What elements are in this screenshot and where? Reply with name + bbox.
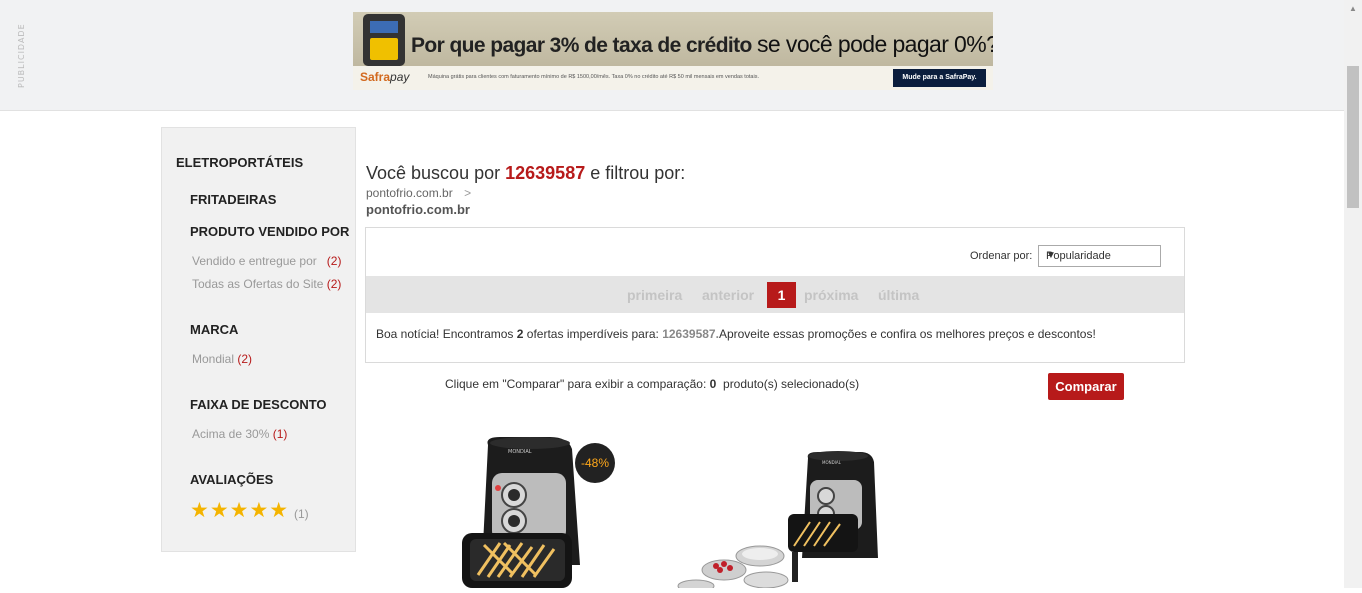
ad-side-label: PUBLICIDADE	[17, 23, 26, 88]
sidebar-category[interactable]: ELETROPORTÁTEIS	[176, 155, 303, 170]
sort-select[interactable]: Popularidade ▼	[1038, 245, 1161, 267]
search-summary: Você buscou por 12639587 e filtrou por:	[366, 163, 685, 184]
banner-headline-part2: se você pode pagar 0%?	[757, 31, 993, 57]
filter-item-seller-2[interactable]: Todas as Ofertas do Site (2)	[192, 277, 341, 291]
filter-item-count: (2)	[326, 254, 342, 268]
logo-part-a: Safra	[360, 70, 391, 84]
search-prefix: Você buscou por	[366, 163, 501, 183]
active-filter: pontofrio.com.br	[366, 202, 470, 217]
banner-top: Por que pagar 3% de taxa de crédito se v…	[353, 12, 993, 66]
scroll-up-arrow-icon[interactable]: ▲	[1349, 4, 1357, 13]
search-term: 12639587	[505, 163, 586, 183]
scroll-thumb[interactable]	[1347, 66, 1359, 208]
logo-part-b: pay	[390, 70, 410, 84]
results-message-part1: Boa notícia! Encontramos	[376, 327, 514, 341]
filter-title-rating: AVALIAÇÕES	[190, 472, 274, 487]
results-term: 12639587.	[662, 327, 719, 341]
compare-info-part2: produto(s) selecionado(s)	[723, 377, 860, 391]
rating-count[interactable]: (1)	[294, 507, 309, 521]
search-suffix: e filtrou por:	[590, 163, 686, 183]
filter-sidebar: ELETROPORTÁTEIS FRITADEIRAS PRODUTO VEND…	[161, 127, 356, 552]
filter-item-seller-1[interactable]: Vendido e entregue por (2)	[192, 254, 341, 268]
breadcrumb: pontofrio.com.br >	[366, 186, 471, 200]
banner-headline: Por que pagar 3% de taxa de crédito se v…	[411, 31, 993, 58]
product-brand-text: MONDIAL	[508, 449, 532, 455]
filter-item-label: Todas as Ofertas do Site	[192, 277, 324, 291]
dropdown-arrow-icon: ▼	[1046, 250, 1056, 261]
rating-stars-icon[interactable]: ★★★★★	[190, 498, 289, 523]
pagination-next[interactable]: próxima	[804, 287, 858, 303]
banner-cta-button[interactable]: Mude para a SafraPay.	[893, 69, 986, 87]
compare-button[interactable]: Comparar	[1048, 373, 1124, 400]
pagination-last[interactable]: última	[878, 287, 919, 303]
results-count: 2	[516, 327, 524, 341]
filter-item-discount-1[interactable]: Acima de 30% (1)	[192, 427, 287, 441]
breadcrumb-store[interactable]: pontofrio.com.br	[366, 186, 453, 200]
advertising-band: PUBLICIDADE Por que pagar 3% de taxa de …	[0, 0, 1344, 111]
filter-title-discount: FAIXA DE DESCONTO	[190, 397, 327, 412]
sort-label: Ordenar por:	[970, 250, 1033, 262]
filter-item-label: Vendido e entregue por	[192, 254, 317, 268]
filter-item-brand-1[interactable]: Mondial (2)	[192, 352, 252, 366]
filter-item-count: (2)	[237, 352, 253, 366]
filter-item-label: Acima de 30%	[192, 427, 270, 441]
sidebar-subcategory[interactable]: FRITADEIRAS	[190, 192, 276, 207]
pagination-prev[interactable]: anterior	[702, 287, 754, 303]
breadcrumb-separator: >	[464, 186, 472, 200]
compare-count: 0	[709, 377, 717, 391]
banner-fine-print: Máquina grátis para clientes com faturam…	[428, 74, 759, 80]
results-message-part3: Aproveite essas promoções e confira os m…	[718, 327, 1096, 341]
safrapay-banner[interactable]: Por que pagar 3% de taxa de crédito se v…	[353, 12, 993, 90]
product-card[interactable]: MONDIAL	[670, 448, 880, 593]
page-scrollbar[interactable]: ▲	[1344, 0, 1362, 588]
pagination: primeira anterior 1 próxima última	[366, 276, 1184, 313]
filter-item-count: (2)	[326, 277, 342, 291]
filter-item-label: Mondial	[192, 352, 235, 366]
results-panel: Ordenar por: Popularidade ▼ primeira ant…	[365, 227, 1185, 363]
safrapay-logo: Safrapay	[360, 70, 409, 84]
product-brand-text: MONDIAL	[822, 460, 842, 465]
compare-info-part1: Clique em "Comparar" para exibir a compa…	[445, 377, 707, 391]
pagination-current[interactable]: 1	[767, 282, 796, 308]
filter-item-count: (1)	[272, 427, 288, 441]
filter-title-seller: PRODUTO VENDIDO POR	[190, 224, 350, 239]
pagination-first[interactable]: primeira	[627, 287, 682, 303]
banner-footer: Safrapay Máquina grátis para clientes co…	[353, 66, 993, 90]
card-machine-icon	[363, 14, 405, 66]
compare-info: Clique em "Comparar" para exibir a compa…	[445, 377, 859, 391]
results-message-part2: ofertas imperdíveis para:	[526, 327, 659, 341]
filter-title-brand: MARCA	[190, 322, 239, 337]
results-message: Boa notícia! Encontramos 2 ofertas imper…	[376, 327, 1096, 341]
banner-headline-part1: Por que pagar 3% de taxa de crédito	[411, 34, 752, 57]
air-fryer-kit-image[interactable]: MONDIAL	[670, 448, 880, 593]
discount-badge: -48%	[575, 443, 615, 483]
